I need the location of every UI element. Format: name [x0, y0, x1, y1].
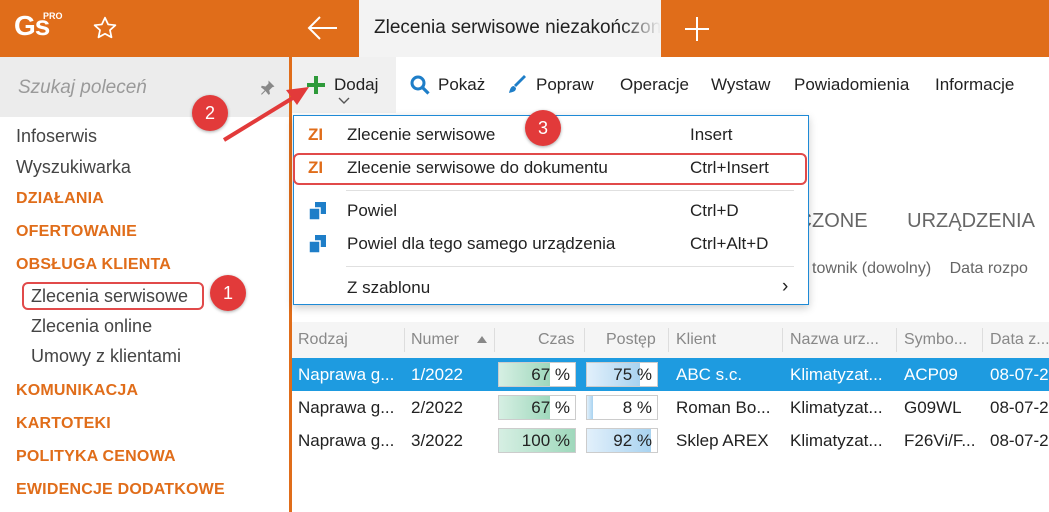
annotation-badge-3: 3 — [525, 110, 561, 146]
annotation-arrow — [222, 87, 309, 142]
annotation-badge-1: 1 — [210, 275, 246, 311]
annotation-badge-2: 2 — [192, 95, 228, 131]
